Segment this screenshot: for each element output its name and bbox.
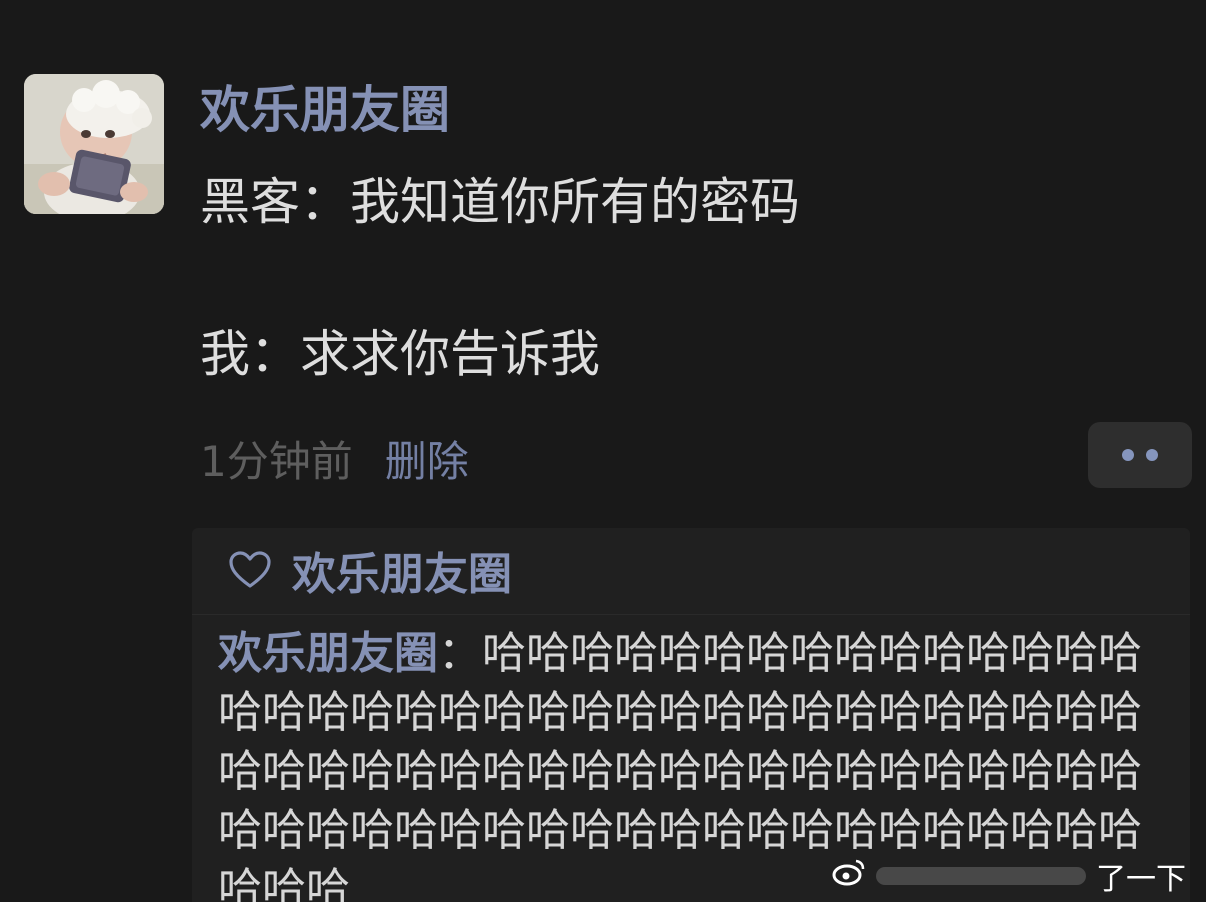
heart-outline-icon [228,550,272,590]
watermark-text: 了一下 [1096,862,1186,897]
watermark-bar [876,867,1086,885]
more-dots-icon [1146,449,1158,461]
more-dots-icon [1122,449,1134,461]
post-meta-row: 1分钟前 删除 [200,430,469,486]
commenter-name[interactable]: 欢乐朋友圈 [218,628,438,679]
avatar[interactable] [24,74,164,214]
weibo-logo-icon [832,857,866,895]
post-timestamp: 1分钟前 [200,436,353,486]
more-actions-button[interactable] [1088,422,1192,488]
post-text-line: 黑客：我知道你所有的密码 [200,173,800,231]
watermark: 了一下 [832,856,1186,897]
post-author-name[interactable]: 欢乐朋友圈 [200,78,450,142]
post-text-line: 我：求求你告诉我 [200,325,600,383]
likes-comments-panel: 欢乐朋友圈 欢乐朋友圈：哈哈哈哈哈哈哈哈哈哈哈哈哈哈哈哈哈哈哈哈哈哈哈哈哈哈哈哈… [192,528,1190,902]
comment-separator: ： [438,628,482,679]
likes-row: 欢乐朋友圈 [228,542,512,600]
divider [192,614,1190,615]
liker-name[interactable]: 欢乐朋友圈 [292,538,512,602]
delete-link[interactable]: 删除 [385,428,469,489]
